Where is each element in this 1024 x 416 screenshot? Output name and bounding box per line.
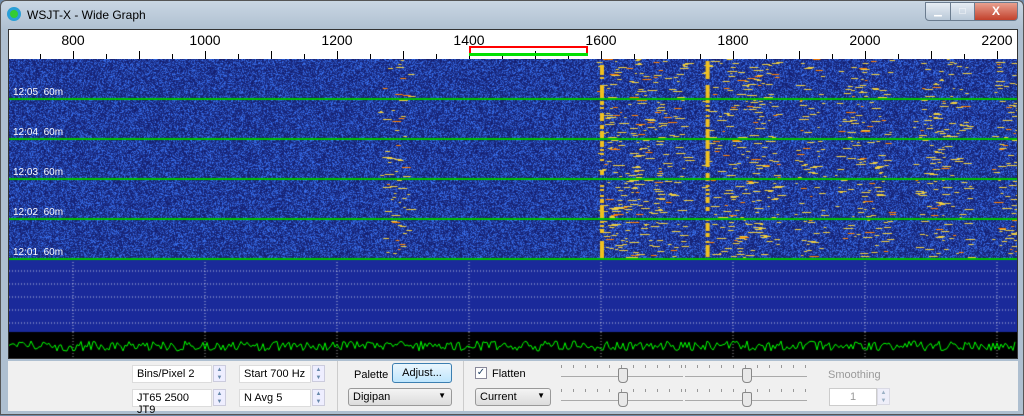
start-spin-arrows[interactable]: ▲ ▼ (312, 365, 325, 382)
scale-tick (205, 51, 206, 59)
frequency-label: 2000 (849, 32, 881, 48)
waterfall-timestamp: 12:01 60m (13, 247, 63, 258)
spec-gain-slider[interactable] (685, 365, 807, 383)
divider (463, 361, 464, 411)
time: 12:03 (13, 167, 39, 178)
gain-slider[interactable] (561, 365, 683, 383)
wide-graph-window: WSJT-X - Wide Graph ▁ □ X 800 1000 1200 140… (0, 0, 1024, 416)
scale-tick (997, 51, 998, 59)
smoothing-spin-arrows[interactable]: ▲ ▼ (877, 388, 890, 405)
waterfall-display[interactable] (9, 59, 1017, 358)
waterfall-timestamp: 12:05 60m (13, 87, 63, 98)
n-avg-spinbox[interactable]: N Avg 5 (239, 389, 311, 407)
mode-spinbox[interactable]: JT65 2500 JT9 (132, 389, 212, 416)
chevron-down-icon: ▼ (438, 391, 446, 400)
time: 12:02 (13, 207, 39, 218)
frequency-label: 1600 (585, 32, 617, 48)
spectrum-select[interactable]: Current ▼ (475, 388, 551, 406)
zero-slider[interactable] (561, 389, 683, 407)
frequency-label: 1200 (321, 32, 353, 48)
chevron-down-icon: ▼ (537, 391, 545, 400)
rx-frequency-marker[interactable] (469, 46, 588, 53)
time: 12:05 (13, 87, 39, 98)
bins-per-pixel-spinbox[interactable]: Bins/Pixel 2 (132, 365, 212, 383)
waterfall-timestamp: 12:04 60m (13, 127, 63, 138)
flatten-checkbox[interactable]: ✓ (475, 367, 487, 379)
scale-tick (139, 51, 140, 59)
palette-select[interactable]: Digipan ▼ (348, 388, 452, 406)
navg-spin-arrows[interactable]: ▲ ▼ (312, 389, 325, 406)
scale-tick (865, 51, 866, 59)
scale-tick (931, 51, 932, 59)
scale-tick (667, 51, 668, 59)
scale-tick (271, 51, 272, 59)
frequency-label: 2200 (981, 32, 1013, 48)
tx-frequency-marker[interactable] (469, 53, 588, 56)
frequency-label: 800 (61, 32, 85, 48)
scale-tick (403, 51, 404, 59)
band: 60m (43, 207, 64, 218)
band: 60m (43, 127, 64, 138)
app-icon (7, 7, 21, 21)
scale-tick (337, 51, 338, 59)
window-title: WSJT-X - Wide Graph (27, 8, 146, 22)
mode-spin-arrows[interactable]: ▲ ▼ (213, 389, 226, 406)
time: 12:04 (13, 127, 39, 138)
smoothing-label: Smoothing (828, 369, 881, 381)
spec-zero-slider[interactable] (685, 389, 807, 407)
band: 60m (43, 247, 64, 258)
band: 60m (43, 87, 64, 98)
time: 12:01 (13, 247, 39, 258)
smoothing-spinbox[interactable]: 1 (829, 388, 877, 406)
wide-graph[interactable]: 800 1000 1200 1400 1600 1800 2000 2200 12:05 60… (8, 29, 1018, 359)
close-button[interactable]: X (974, 2, 1018, 21)
frequency-scale[interactable]: 800 1000 1200 1400 1600 1800 2000 2200 (9, 30, 1017, 59)
adjust-button[interactable]: Adjust... (392, 363, 452, 383)
title-bar: WSJT-X - Wide Graph ▁ □ X (1, 1, 1023, 29)
waterfall-timestamp: 12:02 60m (13, 207, 63, 218)
band: 60m (43, 167, 64, 178)
palette-label: Palette (354, 369, 389, 381)
frequency-label: 1800 (717, 32, 749, 48)
maximize-button[interactable]: □ (950, 2, 975, 21)
spectrum-value: Current (480, 391, 517, 403)
start-freq-spinbox[interactable]: Start 700 Hz (239, 365, 311, 383)
controls-panel: Bins/Pixel 2 ▲ ▼ JT65 2500 JT9 ▲ ▼ Start 7… (8, 361, 1018, 416)
bins-spin-arrows[interactable]: ▲ ▼ (213, 365, 226, 382)
scale-tick (799, 51, 800, 59)
divider (337, 361, 338, 411)
palette-value: Digipan (353, 391, 391, 403)
frequency-label: 1000 (189, 32, 221, 48)
scale-tick (73, 51, 74, 59)
waterfall-timestamp: 12:03 60m (13, 167, 63, 178)
minimize-button[interactable]: ▁ (925, 2, 951, 21)
flatten-label: Flatten (492, 368, 526, 380)
scale-tick (601, 51, 602, 59)
scale-tick (733, 51, 734, 59)
